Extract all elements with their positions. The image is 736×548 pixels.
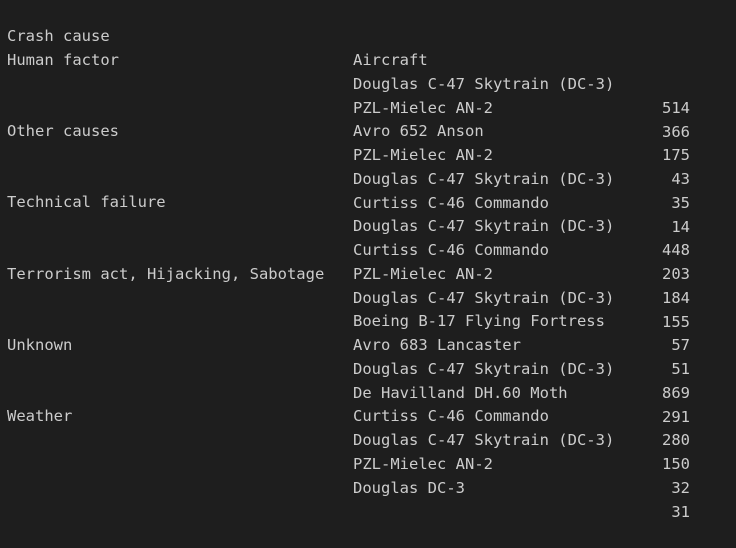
table-row: PZL-Mielec AN-2 32: [0, 404, 736, 497]
table-row: Human factor Douglas C-47 Skytrain (DC-3…: [0, 24, 736, 117]
table-row: Other causes PZL-Mielec AN-2 43: [0, 95, 736, 188]
table-row: Avro 652 Anson 175: [0, 71, 736, 164]
table-row: PZL-Mielec AN-2 366: [0, 48, 736, 141]
table-row: PZL-Mielec AN-2 184: [0, 214, 736, 307]
table-row: Unknown Douglas C-47 Skytrain (DC-3) 869: [0, 309, 736, 402]
table-row: Douglas C-47 Skytrain (DC-3) 35: [0, 119, 736, 212]
table-row: Boeing B-17 Flying Fortress 57: [0, 261, 736, 354]
count-cell: 150: [662, 455, 690, 473]
table-row: Curtiss C-46 Commando 14: [0, 143, 736, 236]
count-cell: 32: [671, 479, 690, 497]
header-row: Crash cause Aircraft: [0, 0, 736, 69]
output-panel: Crash cause Aircraft Human factor Dougla…: [0, 0, 736, 521]
count-cell: 31: [671, 503, 690, 521]
table-row: Curtiss C-46 Commando 280: [0, 356, 736, 449]
table-row: Curtiss C-46 Commando 203: [0, 190, 736, 283]
aircraft-cell: PZL-Mielec AN-2: [353, 455, 493, 473]
table-row: Terrorism act, Hijacking, Sabotage Dougl…: [0, 238, 736, 331]
table-row: De Havilland DH.60 Moth 291: [0, 333, 736, 426]
table-row: Avro 683 Lancaster 51: [0, 285, 736, 378]
table-row: Technical failure Douglas C-47 Skytrain …: [0, 166, 736, 259]
table-row: Weather Douglas C-47 Skytrain (DC-3) 150: [0, 380, 736, 473]
table-row: Douglas DC-3 31: [0, 428, 736, 521]
aircraft-cell: Douglas DC-3: [353, 479, 465, 497]
